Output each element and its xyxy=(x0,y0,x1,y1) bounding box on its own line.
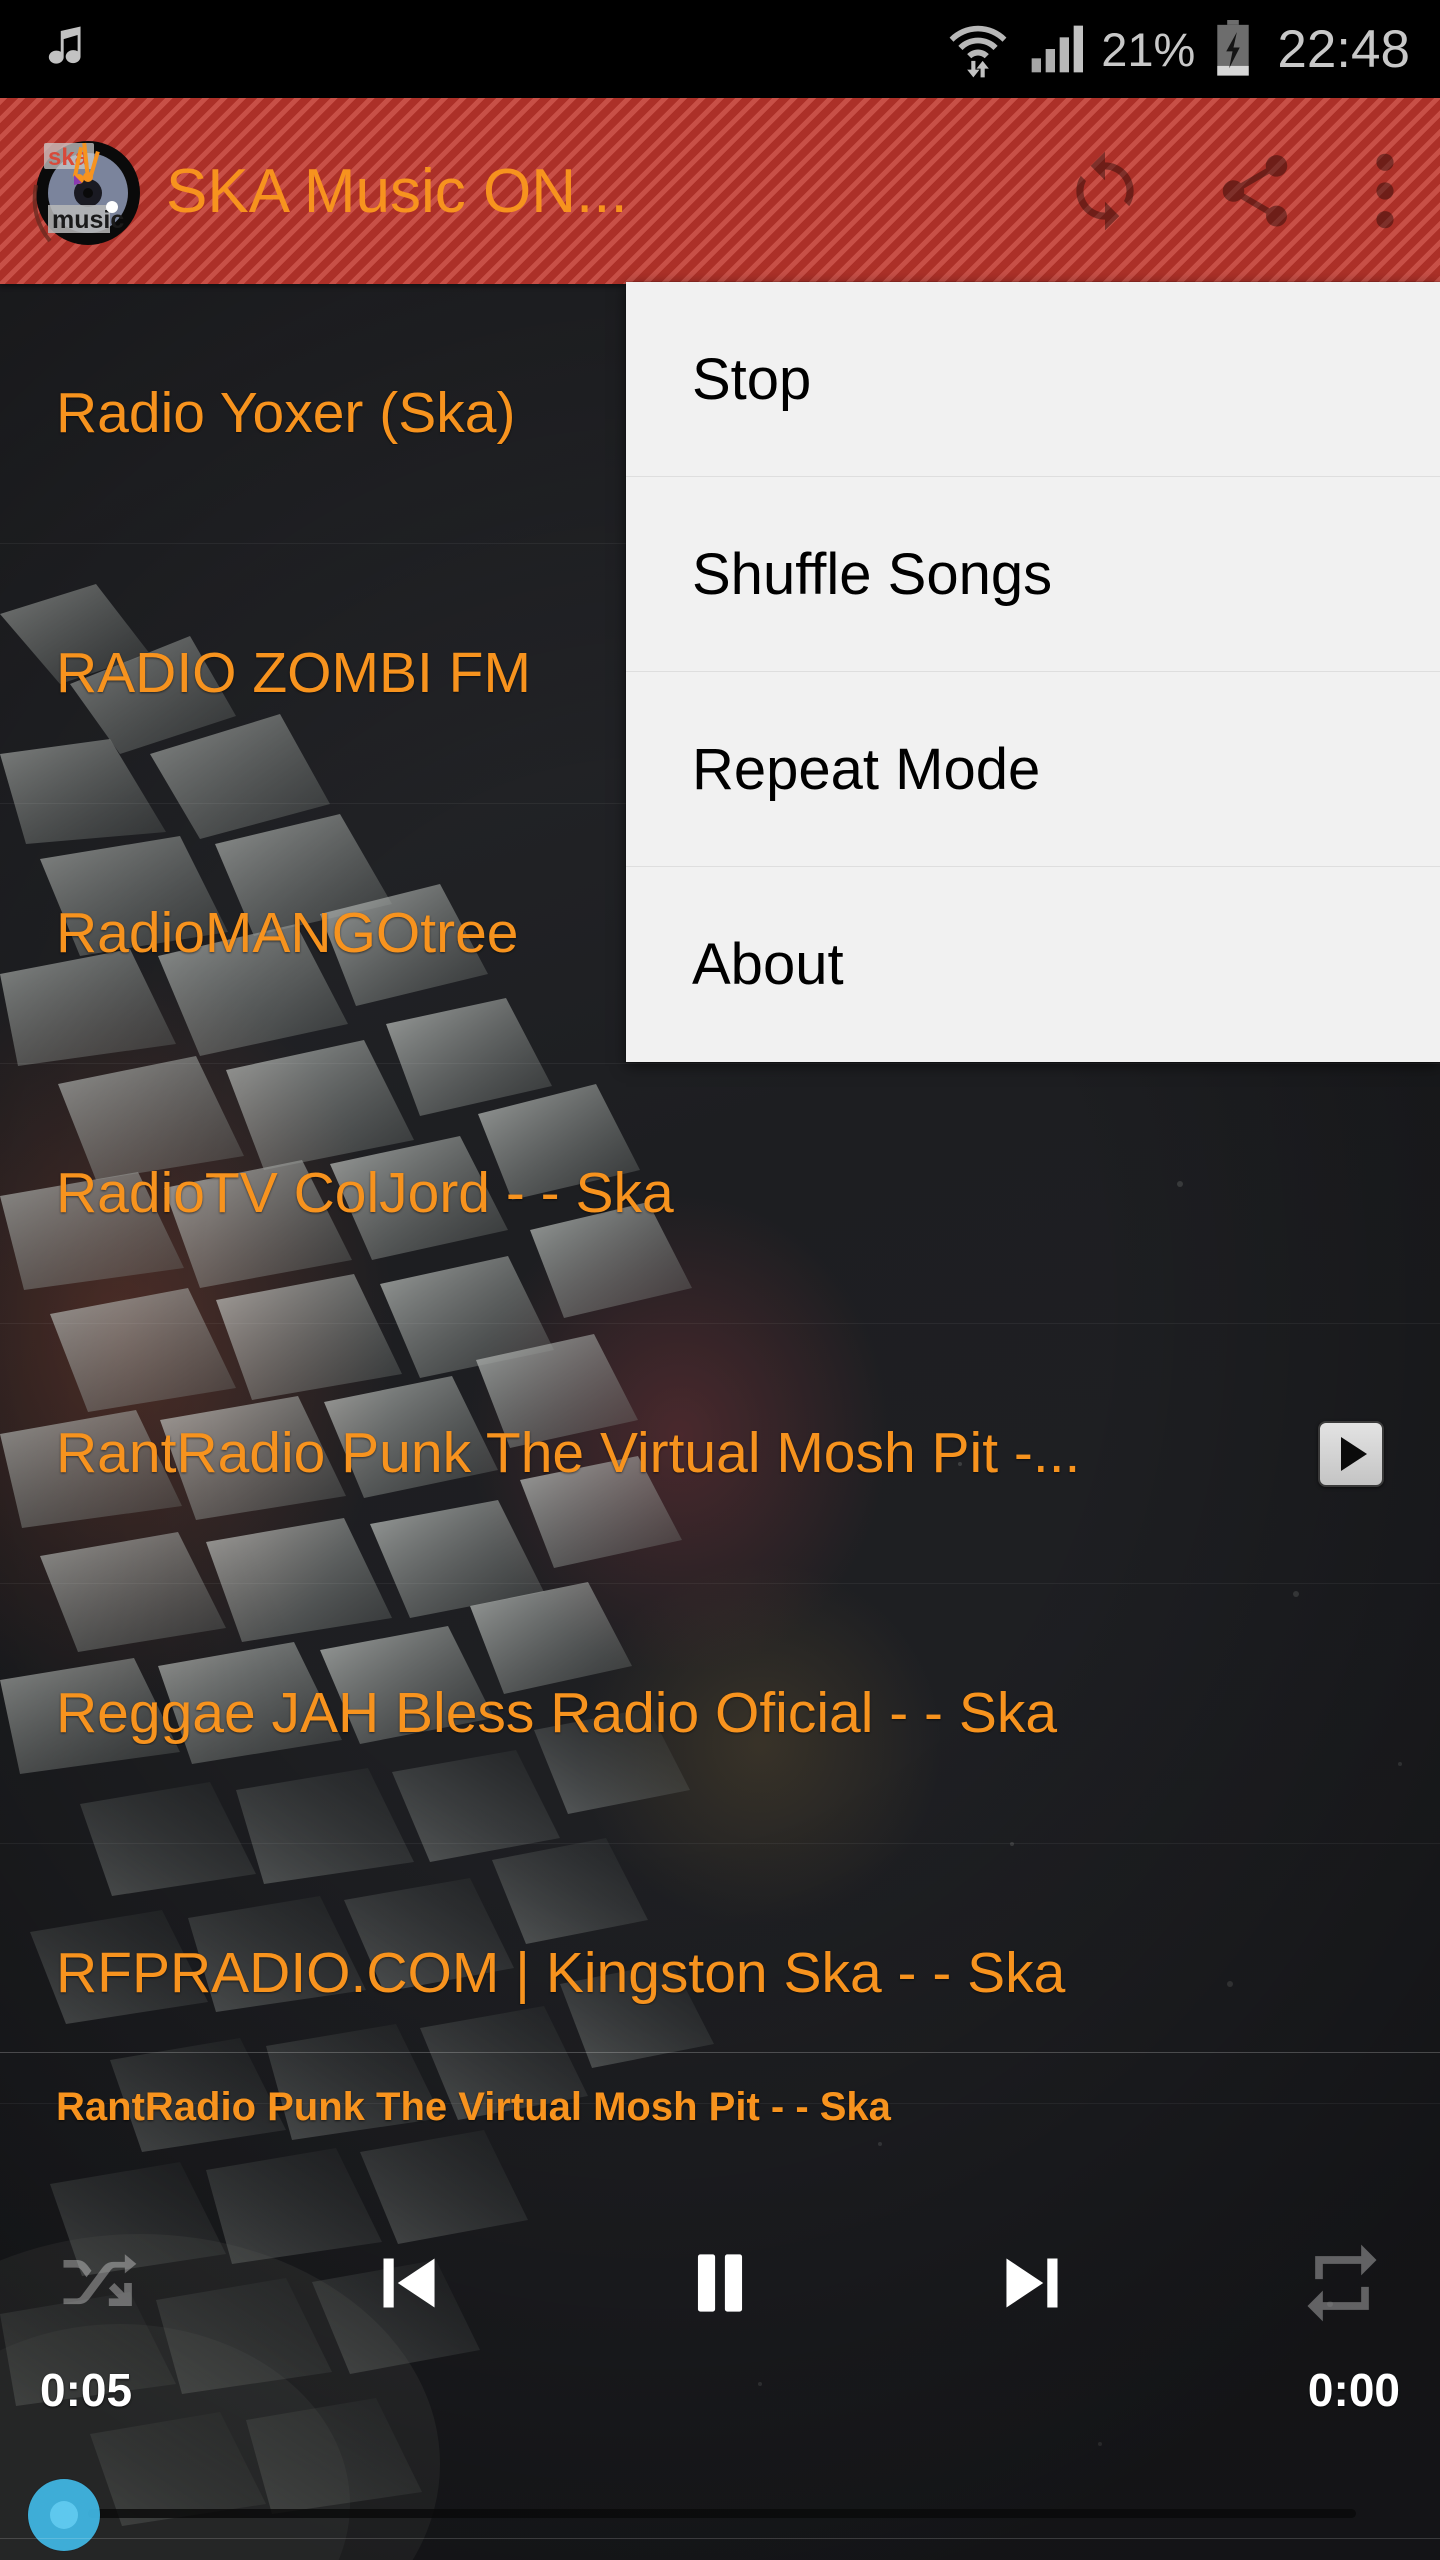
play-triangle xyxy=(1341,1436,1367,1471)
track-title: RantRadio Punk The Virtual Mosh Pit -... xyxy=(56,1422,1081,1485)
battery-charging-icon xyxy=(1217,20,1250,76)
seek-track[interactable] xyxy=(88,2509,1356,2518)
share-button[interactable] xyxy=(1180,98,1330,284)
share-icon xyxy=(1222,155,1288,227)
overflow-menu-icon xyxy=(1376,153,1394,229)
menu-item-stop[interactable]: Stop xyxy=(626,282,1440,477)
shuffle-icon[interactable] xyxy=(52,2237,144,2329)
menu-item-about[interactable]: About xyxy=(626,867,1440,1062)
refresh-icon xyxy=(1076,151,1134,231)
now-playing-title: RantRadio Punk The Virtual Mosh Pit - - … xyxy=(56,2085,891,2129)
elapsed-time: 0:05 xyxy=(40,2364,133,2416)
status-bar-right: 21% 22:48 xyxy=(947,18,1440,80)
action-bar-buttons xyxy=(1030,98,1440,284)
player-controls xyxy=(0,2203,1440,2363)
skip-previous-icon[interactable] xyxy=(359,2234,457,2332)
cellular-signal-icon xyxy=(1031,25,1084,73)
track-title: Reggae JAH Bless Radio Oficial - - Ska xyxy=(56,1682,1058,1745)
pause-icon[interactable] xyxy=(671,2234,769,2332)
ska-music-vinyl-logo: ska music xyxy=(26,125,158,257)
list-item[interactable]: RadioTV ColJord - - Ska xyxy=(0,1064,1440,1324)
track-title: RadioTV ColJord - - Ska xyxy=(56,1162,674,1225)
refresh-button[interactable] xyxy=(1030,98,1180,284)
player-bar: RantRadio Punk The Virtual Mosh Pit - - … xyxy=(0,2052,1440,2560)
menu-item-shuffle-songs[interactable]: Shuffle Songs xyxy=(626,477,1440,672)
music-note-icon xyxy=(48,26,81,64)
action-bar: ska music SKA Music ON... xyxy=(0,98,1440,284)
overflow-menu[interactable]: Stop Shuffle Songs Repeat Mode About xyxy=(626,282,1440,1062)
status-bar-left xyxy=(0,21,90,77)
list-item[interactable]: Reggae JAH Bless Radio Oficial - - Ska xyxy=(0,1584,1440,1844)
menu-item-repeat-mode[interactable]: Repeat Mode xyxy=(626,672,1440,867)
status-bar: 21% 22:48 xyxy=(0,0,1440,98)
page-title: SKA Music ON... xyxy=(166,156,628,226)
total-time: 0:00 xyxy=(1307,2364,1400,2416)
repeat-icon[interactable] xyxy=(1296,2237,1388,2329)
battery-percent: 21% xyxy=(1101,22,1196,76)
track-title: RFPRADIO.COM | Kingston Ska - - Ska xyxy=(56,1942,1066,2005)
clock: 22:48 xyxy=(1277,19,1410,79)
navigation-divider xyxy=(0,2538,1440,2560)
wifi-transfer-icon xyxy=(949,25,1007,78)
skip-next-icon[interactable] xyxy=(984,2234,1082,2332)
play-icon[interactable] xyxy=(1318,1420,1384,1487)
app-screen: Radio Yoxer (Ska) RADIO ZOMBI FM RadioMA… xyxy=(0,0,1440,2560)
overflow-menu-button[interactable] xyxy=(1330,98,1440,284)
list-item-playing[interactable]: RantRadio Punk The Virtual Mosh Pit -... xyxy=(0,1324,1440,1584)
